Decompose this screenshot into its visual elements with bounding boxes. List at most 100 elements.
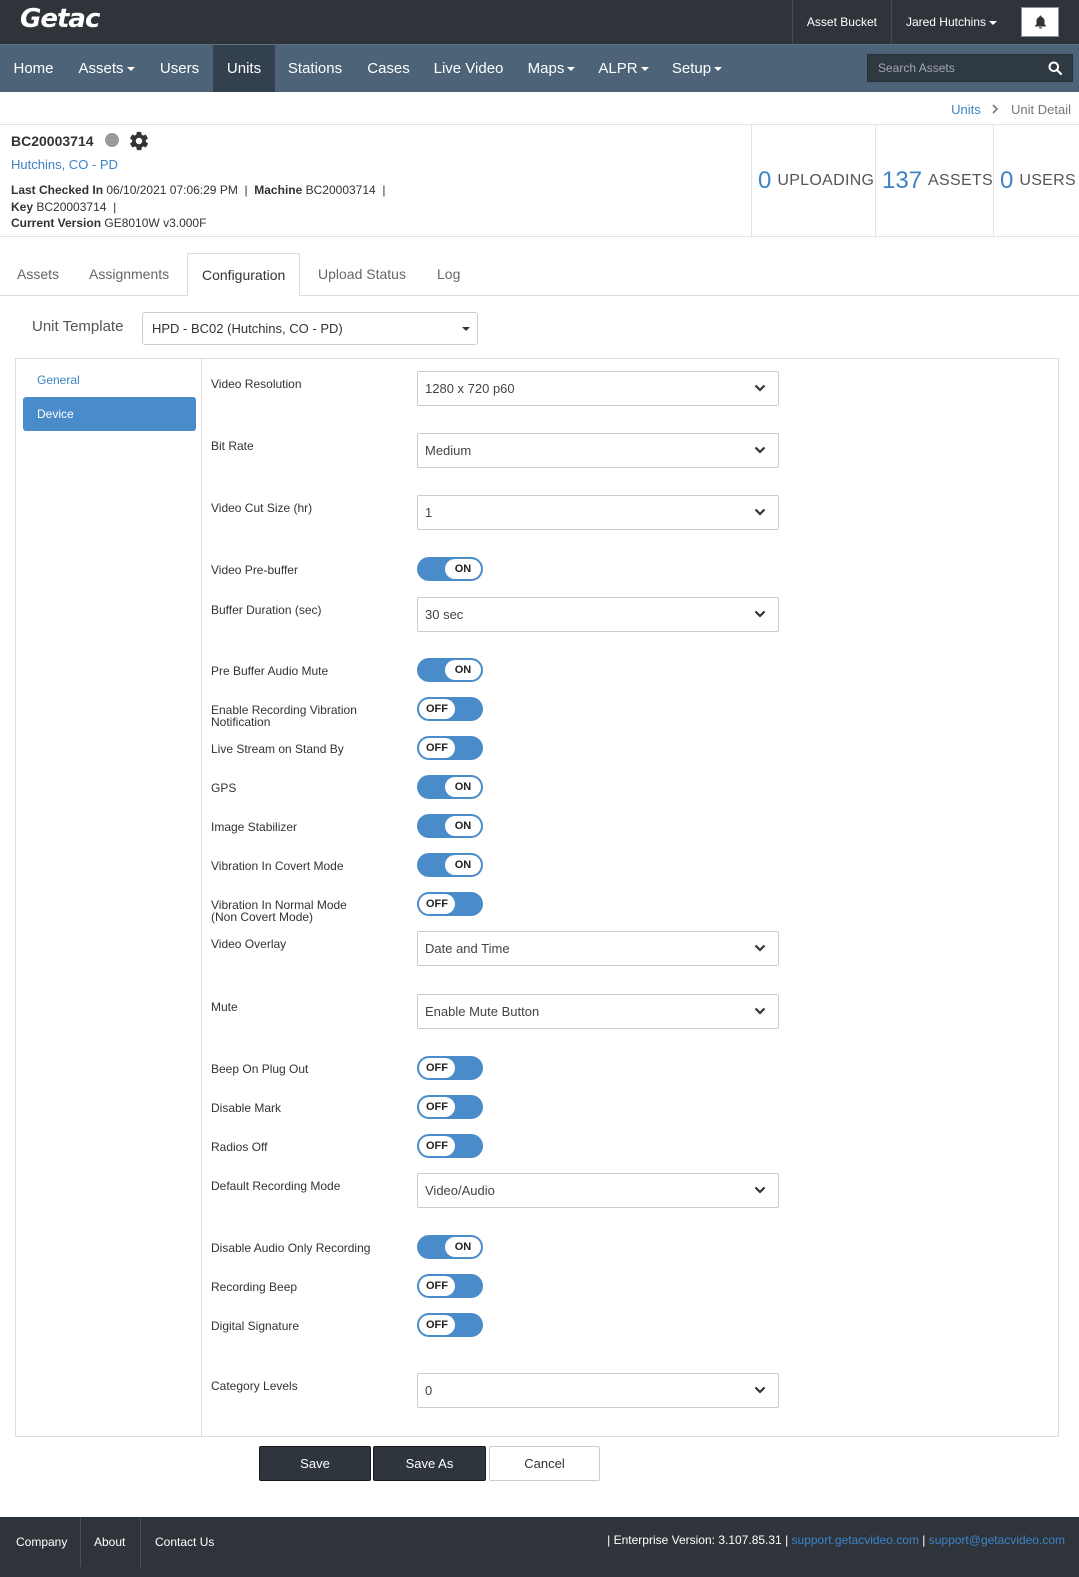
pre-buffer-audio-mute-label: Pre Buffer Audio Mute [211, 664, 329, 678]
cancel-button[interactable]: Cancel [489, 1446, 600, 1481]
tab-log[interactable]: Log [437, 253, 460, 296]
asset-bucket-link[interactable]: Asset Bucket [791, 0, 891, 44]
unit-tabs: Assets Assignments Configuration Upload … [0, 253, 1079, 297]
machine-label: Machine [254, 183, 303, 197]
disable-audio-only-recording-toggle[interactable]: ON [417, 1235, 483, 1259]
agency-link[interactable]: Hutchins, CO - PD [11, 157, 118, 172]
footer-version-info: | Enterprise Version: 3.107.85.31 | supp… [607, 1533, 1065, 1547]
image-stabilizer-toggle[interactable]: ON [417, 814, 483, 838]
key-label: Key [11, 200, 34, 214]
stat-uploading[interactable]: 0 UPLOADING [751, 125, 875, 236]
footer-contact-link[interactable]: Contact Us [141, 1517, 228, 1567]
buffer-duration-sec-label: Buffer Duration (sec) [211, 603, 322, 617]
disable-mark-label: Disable Mark [211, 1101, 282, 1115]
tab-upload-status[interactable]: Upload Status [318, 253, 406, 296]
tab-assignments[interactable]: Assignments [89, 253, 169, 296]
breadcrumb-units-link[interactable]: Units [951, 102, 981, 117]
notifications-button[interactable] [1021, 7, 1059, 37]
select-value: 1280 x 720 p60 [425, 381, 515, 396]
unit-template-select[interactable]: HPD - BC02 (Hutchins, CO - PD) [142, 312, 478, 345]
vibration-in-covert-mode-toggle[interactable]: ON [417, 853, 483, 877]
caret-down-icon [462, 327, 470, 331]
chevron-down-icon [754, 1186, 766, 1194]
nav-cases[interactable]: Cases [355, 45, 422, 92]
main-nav: Home Assets Users Units Stations Cases L… [0, 44, 1079, 92]
unit-template-label: Unit Template [32, 318, 124, 335]
chevron-right-icon [992, 102, 999, 117]
stat-label: ASSETS [928, 171, 993, 189]
unit-template-value: HPD - BC02 (Hutchins, CO - PD) [152, 321, 343, 336]
toggle-knob: OFF [419, 1315, 455, 1335]
buffer-duration-sec-select[interactable]: 30 sec [417, 597, 779, 632]
save-button[interactable]: Save [259, 1446, 371, 1481]
stat-value: 0 [1000, 166, 1014, 194]
unit-stats: 0 UPLOADING 137 ASSETS 0 USERS [751, 125, 1079, 236]
search-icon[interactable] [1048, 61, 1062, 75]
radios-off-toggle[interactable]: OFF [417, 1134, 483, 1158]
nav-units[interactable]: Units [213, 45, 275, 92]
select-value: Medium [425, 443, 472, 458]
tab-assets[interactable]: Assets [17, 253, 59, 296]
status-indicator [105, 133, 119, 147]
toggle-knob: ON [445, 816, 481, 836]
disable-audio-only-recording-label: Disable Audio Only Recording [211, 1241, 371, 1255]
nav-live-video[interactable]: Live Video [422, 45, 515, 92]
breadcrumb: Units Unit Detail [951, 102, 1071, 117]
gps-toggle[interactable]: ON [417, 775, 483, 799]
sidebar-item-general[interactable]: General [23, 363, 196, 397]
user-menu[interactable]: Jared Hutchins [890, 0, 1011, 44]
save-as-button[interactable]: Save As [373, 1446, 486, 1481]
video-pre-buffer-toggle[interactable]: ON [417, 557, 483, 581]
mute-label: Mute [211, 1000, 238, 1014]
nav-stations[interactable]: Stations [275, 45, 355, 92]
search-box [867, 54, 1073, 82]
live-stream-on-stand-by-toggle[interactable]: OFF [417, 736, 483, 760]
nav-assets[interactable]: Assets [67, 45, 146, 92]
toggle-knob: ON [445, 660, 481, 680]
digital-signature-toggle[interactable]: OFF [417, 1313, 483, 1337]
key-value: BC20003714 [36, 200, 107, 214]
disable-mark-toggle[interactable]: OFF [417, 1095, 483, 1119]
enable-recording-vibration-notification-toggle[interactable]: OFF [417, 697, 483, 721]
support-email-link[interactable]: support@getacvideo.com [929, 1533, 1065, 1547]
select-value: 0 [425, 1383, 433, 1398]
toggle-knob: ON [445, 855, 481, 875]
vibration-in-normal-mode-non-covert-mode-toggle[interactable]: OFF [417, 892, 483, 916]
sidebar-item-device[interactable]: Device [23, 397, 196, 431]
video-cut-size-hr-select[interactable]: 1 [417, 495, 779, 530]
mute-select[interactable]: Enable Mute Button [417, 994, 779, 1029]
recording-beep-toggle[interactable]: OFF [417, 1274, 483, 1298]
footer-about-link[interactable]: About [80, 1517, 139, 1567]
video-overlay-select[interactable]: Date and Time [417, 931, 779, 966]
toggle-knob: OFF [419, 699, 455, 719]
tab-configuration[interactable]: Configuration [187, 253, 301, 297]
select-value: Enable Mute Button [425, 1004, 540, 1019]
nav-maps[interactable]: Maps [515, 45, 588, 92]
top-bar: Getac Asset Bucket Jared Hutchins [0, 0, 1079, 44]
stat-assets[interactable]: 137 ASSETS [875, 125, 993, 236]
nav-maps-label: Maps [527, 60, 565, 77]
footer-company-link[interactable]: Company [2, 1517, 81, 1567]
nav-assets-label: Assets [78, 60, 124, 77]
video-resolution-select[interactable]: 1280 x 720 p60 [417, 371, 779, 406]
default-recording-mode-label: Default Recording Mode [211, 1179, 341, 1193]
stat-users[interactable]: 0 USERS [993, 125, 1079, 236]
getac-logo[interactable]: Getac [20, 4, 100, 34]
image-stabilizer-label: Image Stabilizer [211, 820, 298, 834]
category-levels-select[interactable]: 0 [417, 1373, 779, 1408]
search-input[interactable] [868, 55, 1038, 81]
bit-rate-select[interactable]: Medium [417, 433, 779, 468]
nav-alpr[interactable]: ALPR [588, 45, 659, 92]
video-cut-size-hr-label: Video Cut Size (hr) [211, 501, 313, 515]
nav-home[interactable]: Home [0, 45, 67, 92]
nav-setup[interactable]: Setup [659, 45, 735, 92]
gear-icon[interactable] [128, 130, 150, 152]
select-value: 30 sec [425, 607, 464, 622]
nav-users[interactable]: Users [146, 45, 213, 92]
default-recording-mode-select[interactable]: Video/Audio [417, 1173, 779, 1208]
pre-buffer-audio-mute-toggle[interactable]: ON [417, 658, 483, 682]
beep-on-plug-out-toggle[interactable]: OFF [417, 1056, 483, 1080]
select-value: Video/Audio [425, 1183, 495, 1198]
version-number: 3.107.85.31 [718, 1533, 782, 1547]
support-site-link[interactable]: support.getacvideo.com [792, 1533, 919, 1547]
